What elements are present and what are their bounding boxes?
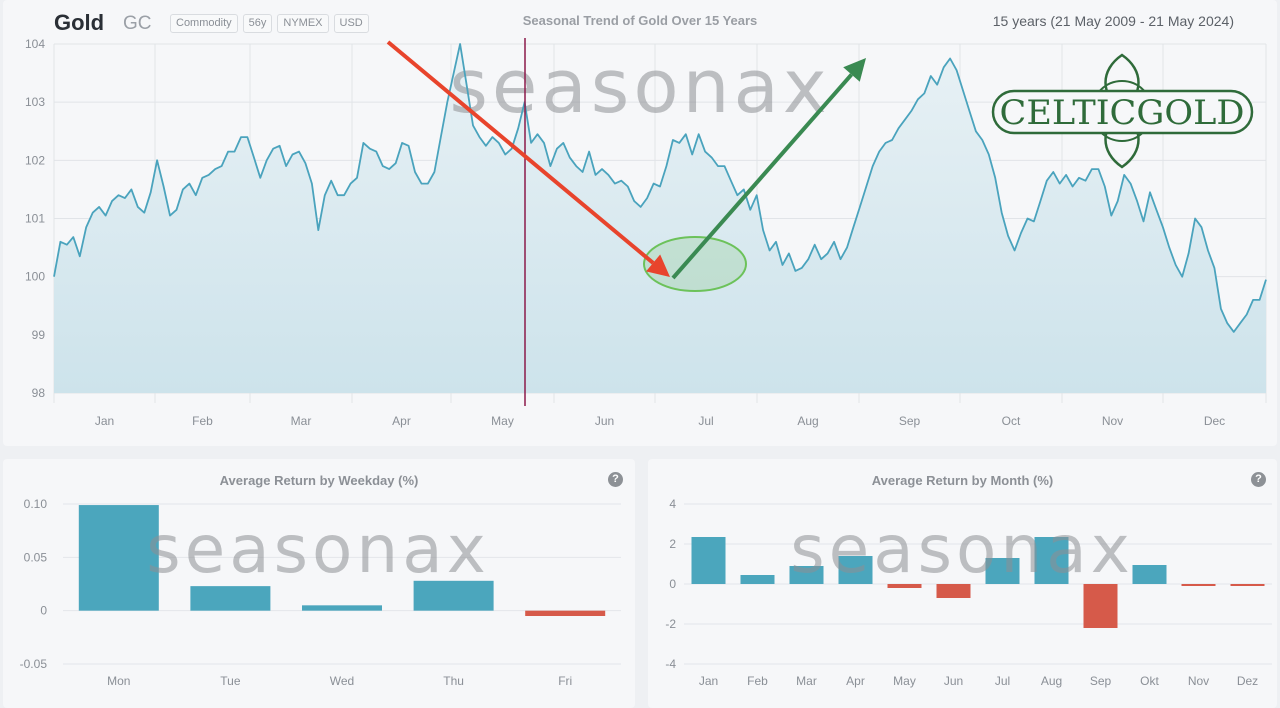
y-tick-label: 4: [669, 497, 676, 511]
x-tick-label: Sep: [1090, 674, 1112, 688]
month-bar-chart: 4 2 0 -2 -4 Jan Feb Mar Apr May Jun Jul Aug Sep Okt Nov…: [665, 497, 1272, 688]
bar-sep: [1083, 584, 1118, 628]
y-tick-label: -4: [665, 657, 676, 671]
bar-okt: [1132, 565, 1167, 584]
y-tick-label: 2: [669, 537, 676, 551]
bar-jan: [691, 537, 726, 584]
bar-dez: [1230, 584, 1265, 586]
bar-nov: [1181, 584, 1216, 586]
x-tick-label: May: [893, 674, 916, 688]
bar-feb: [740, 575, 775, 584]
x-tick-label: Nov: [1188, 674, 1209, 688]
x-tick-label: Feb: [747, 674, 768, 688]
x-tick-label: Mar: [796, 674, 817, 688]
watermark: seasonax: [790, 511, 1134, 588]
x-tick-label: Jul: [995, 674, 1010, 688]
x-tick-label: Apr: [846, 674, 865, 688]
x-tick-label: Okt: [1140, 674, 1159, 688]
x-tick-label: Dez: [1237, 674, 1258, 688]
x-tick-label: Jun: [944, 674, 963, 688]
y-tick-label: -2: [665, 617, 676, 631]
x-tick-label: Aug: [1041, 674, 1062, 688]
y-tick-label: 0: [669, 577, 676, 591]
x-tick-label: Jan: [699, 674, 718, 688]
